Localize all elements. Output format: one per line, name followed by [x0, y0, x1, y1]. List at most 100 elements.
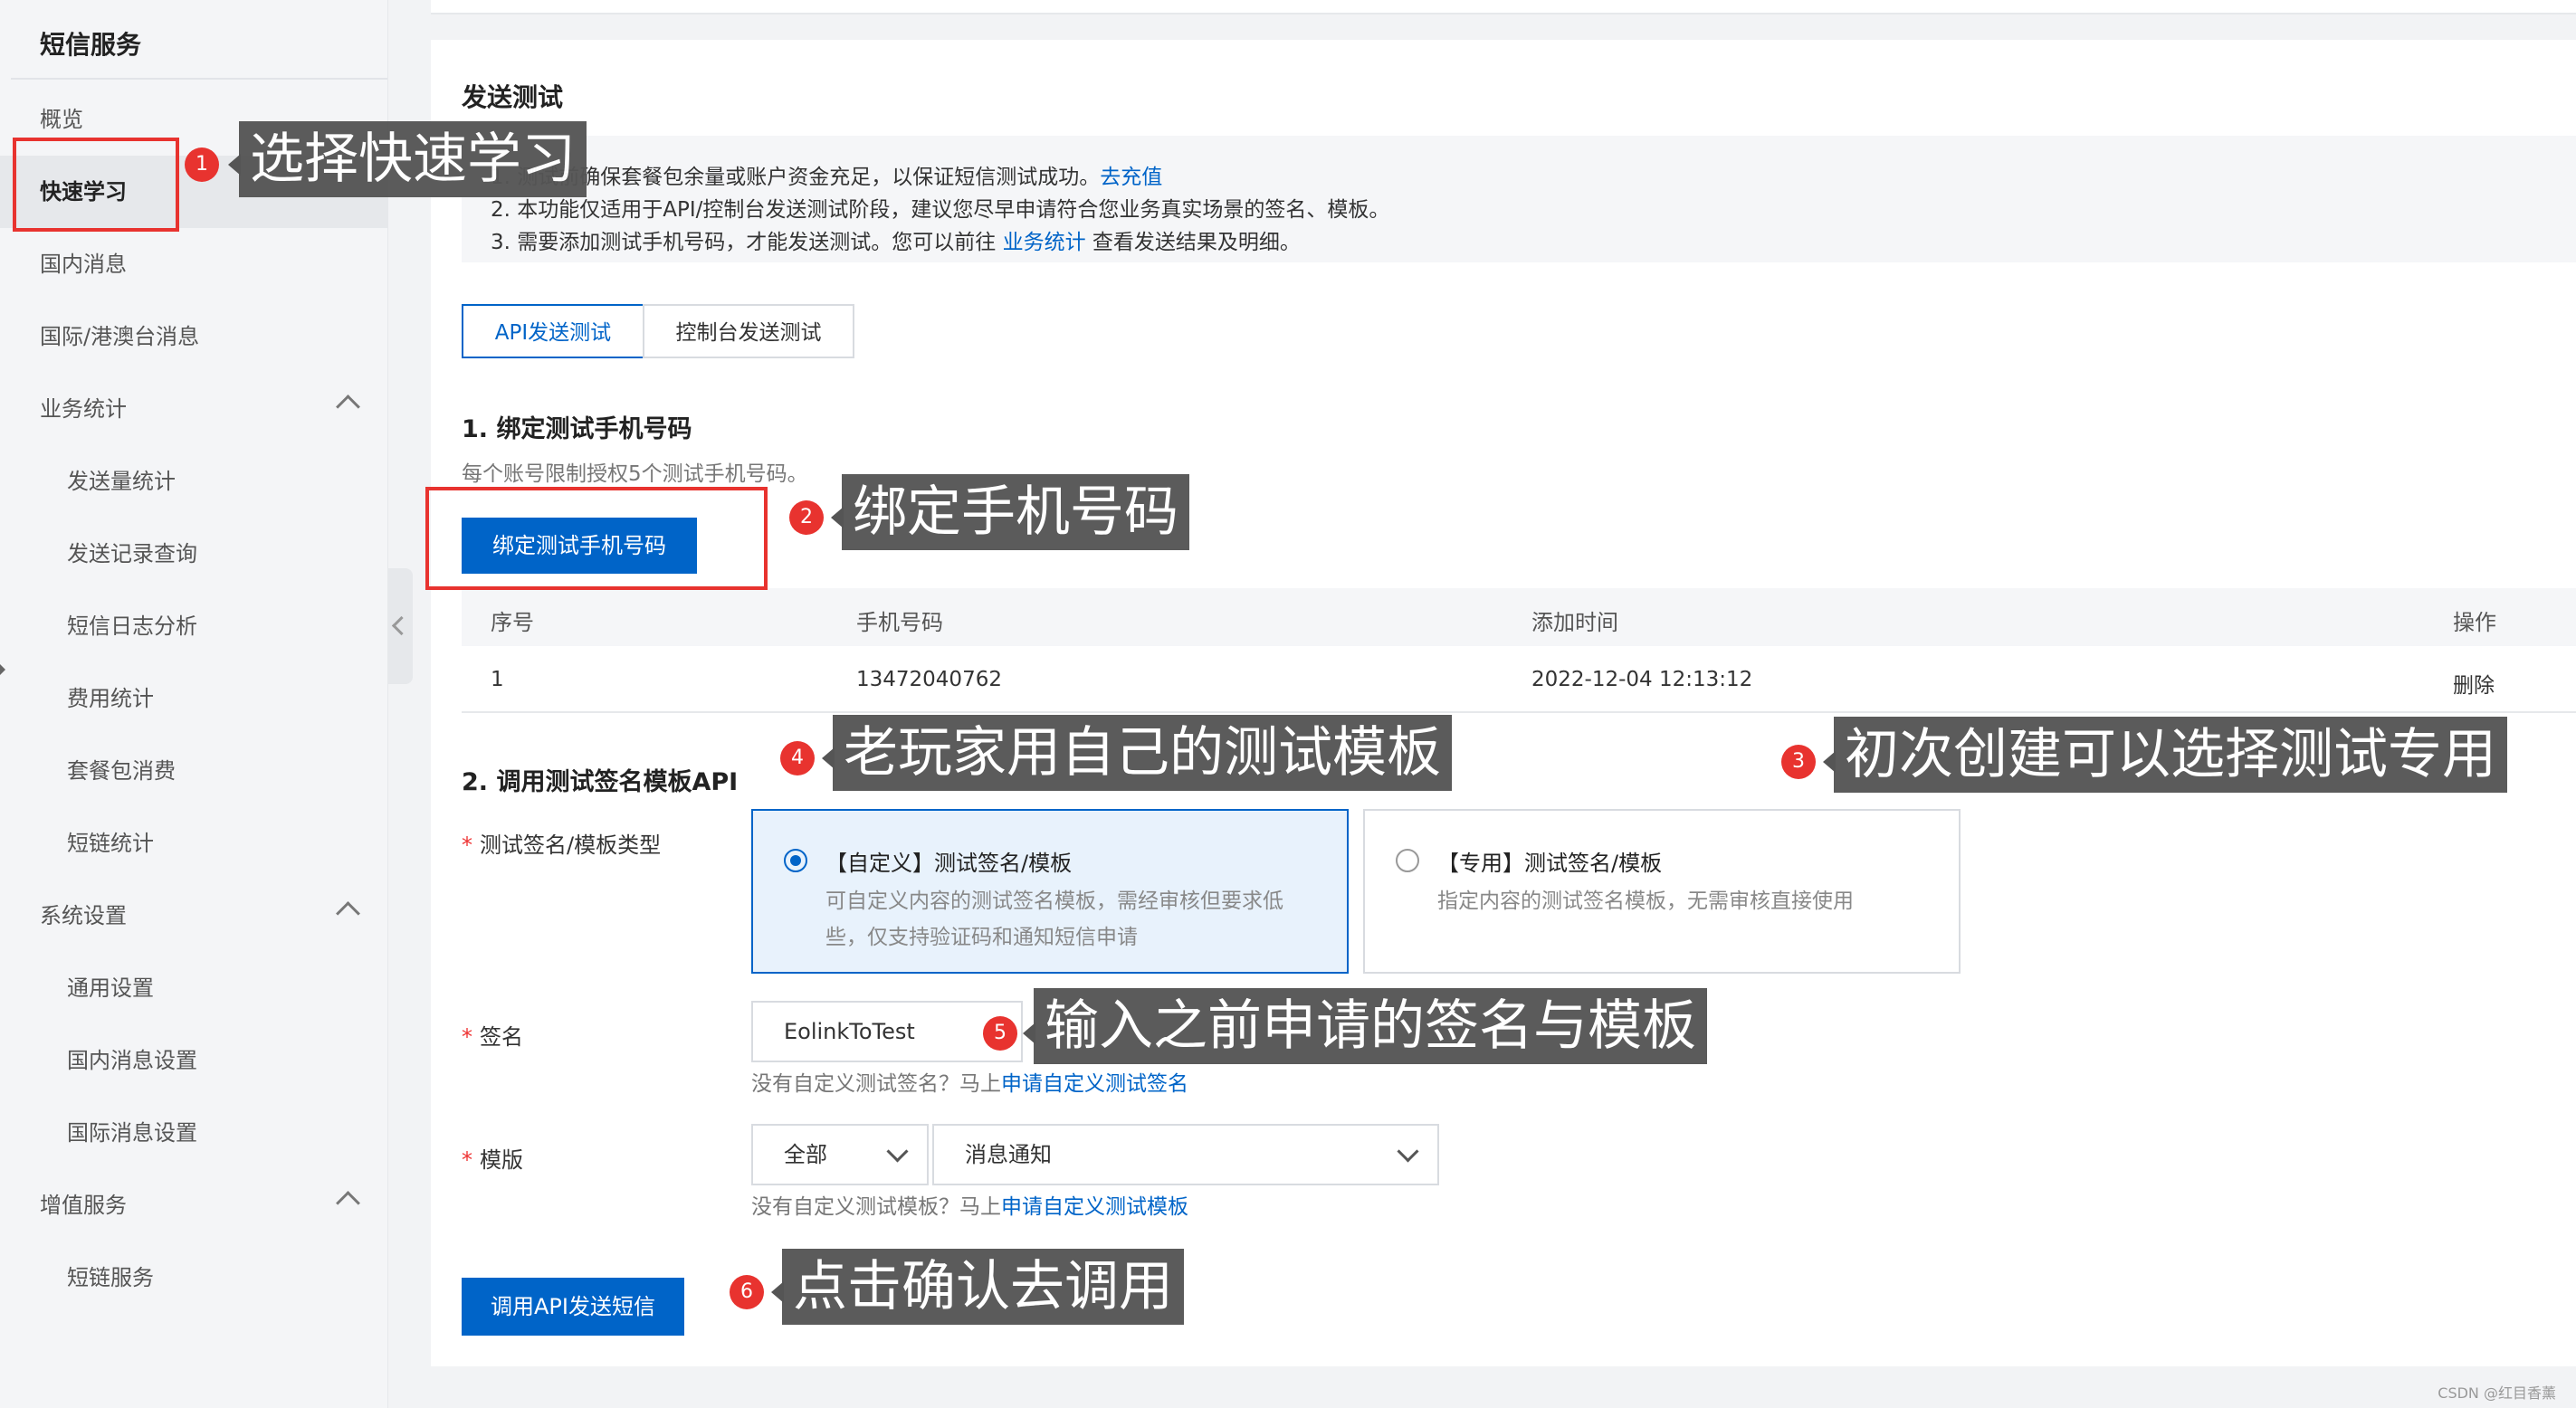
bind-section-title: 1. 绑定测试手机号码 [462, 415, 692, 443]
table-header [462, 588, 2576, 646]
template-hint: 没有自定义测试模板？马上申请自定义测试模板 [751, 1189, 1188, 1220]
custom-template-card[interactable]: 【自定义】测试签名/模板 可自定义内容的测试签名模板，需经审核但要求低 些，仅支… [751, 809, 1349, 974]
sign-hint: 没有自定义测试签名？马上申请自定义测试签名 [751, 1066, 1188, 1097]
page-title: 发送测试 [462, 82, 564, 112]
top-card-edge [431, 0, 2576, 14]
cell-phone: 13472040762 [856, 668, 1002, 691]
sidebar-item-label: 套餐包消费 [67, 758, 176, 784]
custom-card-title: 【自定义】测试签名/模板 [825, 851, 1073, 876]
highlight-box-bind-button [425, 487, 768, 590]
apply-template-link[interactable]: 申请自定义测试模板 [1001, 1195, 1188, 1219]
notice-text: 查看发送结果及明细。 [1092, 231, 1301, 254]
sidebar-item-domestic-settings[interactable]: 国内消息设置 [0, 1024, 387, 1097]
radio-selected-icon[interactable] [784, 849, 807, 872]
highlight-box-quick-learn [13, 138, 179, 232]
template-value: 消息通知 [965, 1142, 1052, 1167]
sidebar-item-shortlink-stats[interactable]: 短链统计 [0, 807, 387, 880]
sidebar-item-label: 发送量统计 [67, 469, 176, 494]
template-label: 模版 [462, 1142, 523, 1174]
step-badge-6: 6 [730, 1275, 764, 1309]
chevron-down-icon [1397, 1140, 1419, 1163]
sign-label: 签名 [462, 1019, 523, 1051]
sidebar-item-log-analysis[interactable]: 短信日志分析 [0, 590, 387, 662]
sidebar-item-send-volume[interactable]: 发送量统计 [0, 445, 387, 518]
sign-hint-text: 没有自定义测试签名？马上 [751, 1072, 1001, 1096]
table-row-divider [462, 711, 2576, 713]
sidebar-group-settings[interactable]: 系统设置 [0, 880, 387, 952]
column-header-phone: 手机号码 [856, 610, 943, 635]
tab-console-test[interactable]: 控制台发送测试 [643, 304, 854, 358]
sidebar-item-package[interactable]: 套餐包消费 [0, 735, 387, 807]
radio-unselected-icon[interactable] [1396, 849, 1419, 872]
watermark: CSDN @红目香薰 [2438, 1384, 2556, 1402]
sidebar-item-label: 通用设置 [67, 975, 154, 1001]
notice-line-2: 2. 本功能仅适用于API/控制台发送测试阶段，建议您尽早申请符合您业务真实场景… [491, 198, 1390, 222]
dedicated-template-card[interactable]: 【专用】测试签名/模板 指定内容的测试签名模板，无需审核直接使用 [1363, 809, 1961, 974]
annotation-bubble-3: 初次创建可以选择测试专用 [1834, 717, 2507, 793]
column-header-time: 添加时间 [1531, 610, 1618, 635]
cell-index: 1 [491, 668, 504, 691]
caret-right-icon [0, 664, 5, 675]
sidebar-item-shortlink-service[interactable]: 短链服务 [0, 1242, 387, 1314]
tab-api-test[interactable]: API发送测试 [462, 304, 644, 358]
sidebar-item-label: 系统设置 [40, 903, 127, 928]
chevron-left-icon [391, 615, 412, 636]
step-badge-3: 3 [1781, 745, 1816, 779]
notice-text: 3. 需要添加测试手机号码，才能发送测试。您可以前往 [491, 231, 997, 254]
sidebar-item-international-settings[interactable]: 国际消息设置 [0, 1097, 387, 1169]
template-select[interactable]: 消息通知 [932, 1124, 1439, 1185]
sidebar-item-label: 国内消息设置 [67, 1048, 197, 1073]
sidebar-item-label: 业务统计 [40, 396, 127, 422]
bind-section-desc: 每个账号限制授权5个测试手机号码。 [462, 462, 808, 486]
sidebar-item-label: 费用统计 [67, 686, 154, 711]
send-sms-button[interactable]: 调用API发送短信 [462, 1278, 684, 1336]
dedicated-card-desc: 指定内容的测试签名模板，无需审核直接使用 [1437, 890, 1854, 913]
sidebar-item-label: 短信日志分析 [67, 614, 197, 639]
sidebar-group-statistics[interactable]: 业务统计 [0, 373, 387, 445]
sidebar-item-send-records[interactable]: 发送记录查询 [0, 518, 387, 590]
sign-label-text: 签名 [480, 1024, 523, 1050]
column-header-index: 序号 [491, 610, 534, 635]
column-header-action: 操作 [2453, 610, 2496, 635]
step-badge-5: 5 [983, 1016, 1017, 1051]
statistics-link[interactable]: 业务统计 [1003, 231, 1086, 254]
sidebar-item-cost[interactable]: 费用统计 [0, 662, 387, 735]
annotation-bubble-6: 点击确认去调用 [782, 1249, 1184, 1325]
sidebar-item-label: 发送记录查询 [67, 541, 197, 566]
cell-time: 2022-12-04 12:13:12 [1531, 668, 1753, 691]
chevron-down-icon [886, 1140, 909, 1163]
sidebar-item-label: 短链统计 [67, 831, 154, 856]
type-label: 测试签名/模板类型 [462, 827, 661, 859]
sidebar-item-label: 增值服务 [40, 1193, 127, 1218]
sidebar-item-label: 国际/港澳台消息 [40, 324, 200, 349]
chevron-up-icon [336, 901, 360, 926]
dedicated-card-title: 【专用】测试签名/模板 [1437, 851, 1663, 876]
custom-card-desc-2: 些，仅支持验证码和通知短信申请 [825, 926, 1138, 949]
sidebar-collapse-button[interactable] [387, 568, 413, 684]
notice-line-3: 3. 需要添加测试手机号码，才能发送测试。您可以前往 业务统计 查看发送结果及明… [491, 224, 1301, 255]
sidebar-item-international[interactable]: 国际/港澳台消息 [0, 300, 387, 373]
template-scope-select[interactable]: 全部 [751, 1124, 929, 1185]
apply-sign-link[interactable]: 申请自定义测试签名 [1001, 1072, 1188, 1096]
sidebar-item-domestic[interactable]: 国内消息 [0, 228, 387, 300]
sidebar-title: 短信服务 [40, 30, 142, 60]
delete-link[interactable]: 删除 [2453, 668, 2495, 699]
step-badge-4: 4 [780, 741, 815, 775]
api-section-title: 2. 调用测试签名模板API [462, 768, 739, 796]
step-badge-2: 2 [789, 500, 824, 535]
sign-input[interactable]: EolinkToTest [751, 1001, 1023, 1062]
template-scope-value: 全部 [784, 1142, 827, 1167]
sidebar-item-label: 国内消息 [40, 252, 127, 277]
template-hint-text: 没有自定义测试模板？马上 [751, 1195, 1001, 1219]
notice-line-1: 1. 测试前确保套餐包余量或账户资金充足，以保证短信测试成功。去充值 [491, 159, 1162, 190]
annotation-bubble-1: 选择快速学习 [239, 121, 587, 197]
sidebar-item-general-settings[interactable]: 通用设置 [0, 952, 387, 1024]
annotation-bubble-2: 绑定手机号码 [842, 474, 1189, 550]
annotation-bubble-4: 老玩家用自己的测试模板 [833, 715, 1452, 791]
chevron-up-icon [336, 1191, 360, 1215]
sidebar-group-value-added[interactable]: 增值服务 [0, 1169, 387, 1242]
sidebar-item-label: 短链服务 [67, 1265, 154, 1290]
template-label-text: 模版 [480, 1147, 523, 1173]
step-badge-1: 1 [185, 147, 219, 182]
recharge-link[interactable]: 去充值 [1100, 166, 1162, 189]
